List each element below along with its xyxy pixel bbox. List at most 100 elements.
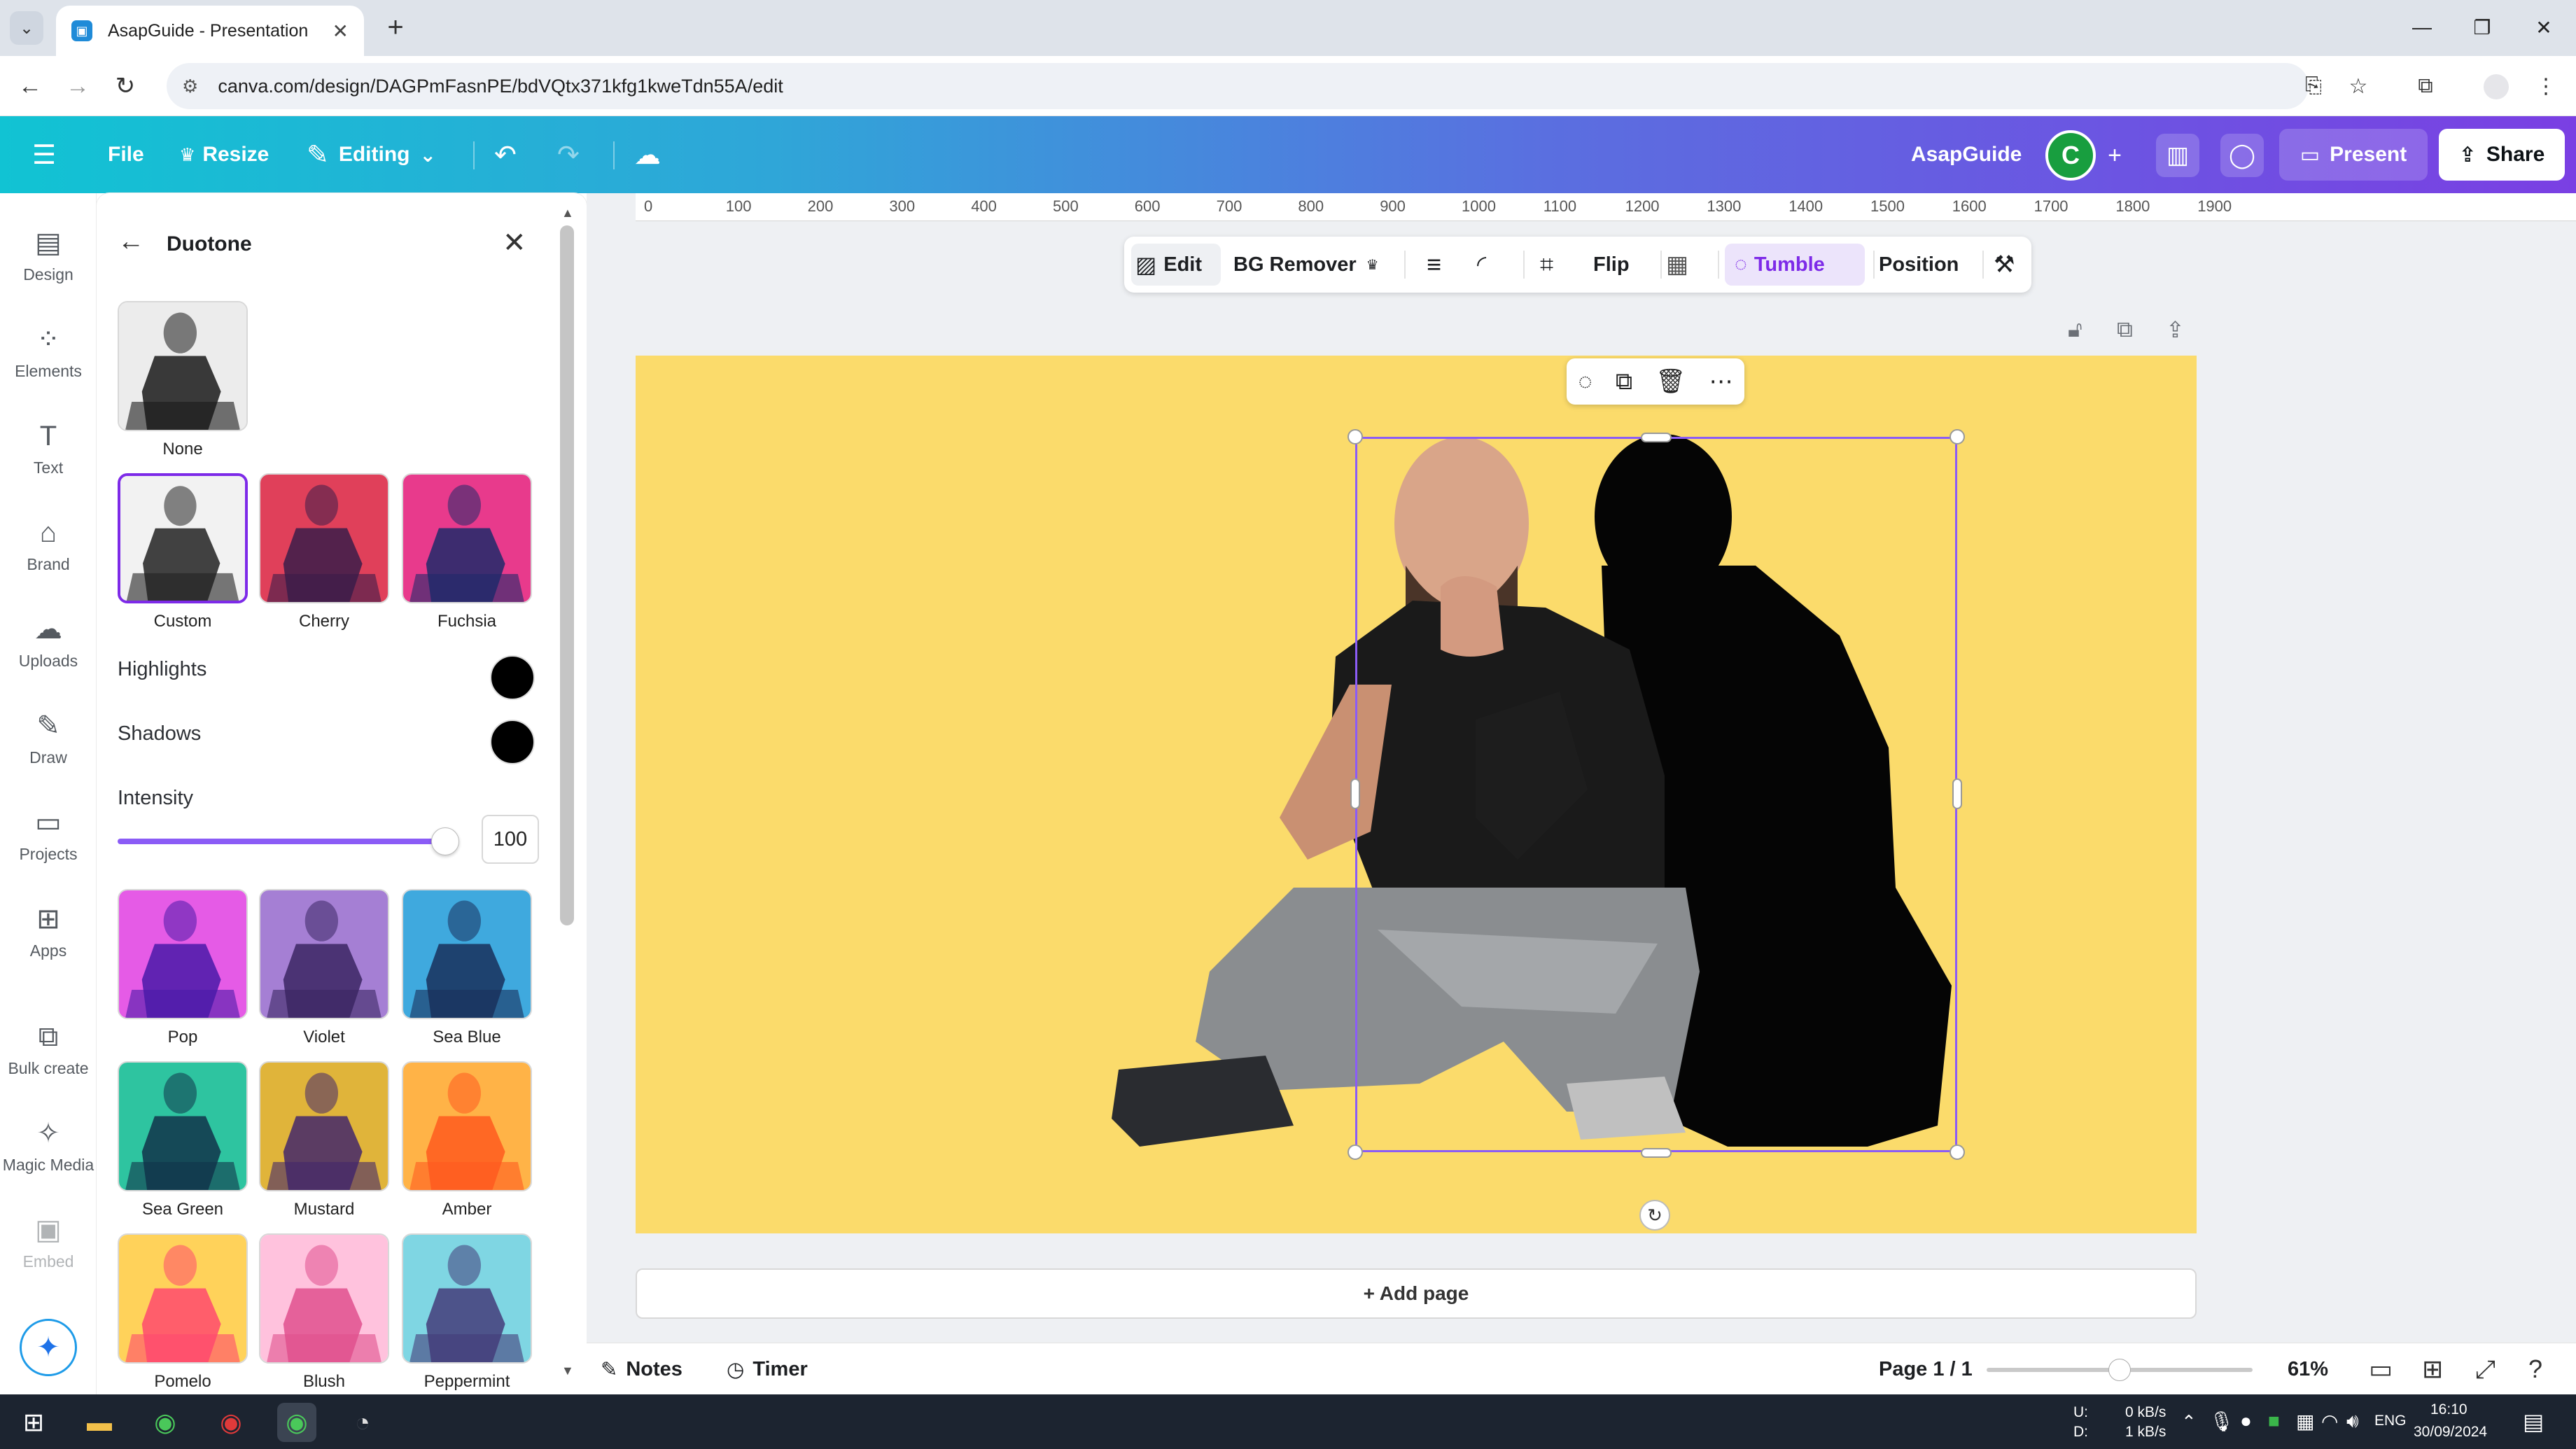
rail-item-draw[interactable]: ✎ Draw <box>0 696 97 780</box>
duplicate-page-icon[interactable]: ⧉ <box>2117 316 2133 343</box>
intensity-slider-handle[interactable] <box>431 827 459 855</box>
flip-button[interactable]: Flip <box>1593 237 1630 293</box>
highlights-color-swatch[interactable] <box>490 655 535 700</box>
preset-cherry[interactable] <box>259 473 389 603</box>
close-window-button[interactable]: ✕ <box>2523 10 2565 45</box>
avatar[interactable]: C <box>2045 130 2096 181</box>
preset-sea-green[interactable] <box>118 1061 248 1191</box>
preset-fuchsia[interactable] <box>402 473 532 603</box>
intensity-value-input[interactable]: 100 <box>482 815 539 864</box>
comment-add-icon[interactable]: ◌ <box>1578 368 1592 396</box>
url-input[interactable]: ⚙ canva.com/design/DAGPmFasnPE/bdVQtx371… <box>167 63 2309 109</box>
rail-item-elements[interactable]: ⁘ Elements <box>0 309 97 393</box>
language-indicator[interactable]: ENG <box>2374 1413 2407 1429</box>
fullscreen-icon[interactable]: ⤢ <box>2475 1354 2496 1385</box>
add-page-icon[interactable]: ⇪ <box>2166 316 2185 343</box>
page-view-icon[interactable]: ▭ <box>2369 1354 2393 1384</box>
resize-handle-top-right[interactable] <box>1949 429 1965 444</box>
rail-item-bulk-create[interactable]: ⧉ Bulk create <box>0 1007 97 1091</box>
record-app-icon[interactable]: ◉ <box>211 1403 251 1442</box>
border-style-button[interactable]: ≡ <box>1427 237 1441 293</box>
grid-view-icon[interactable]: ⊞ <box>2422 1354 2443 1384</box>
rotate-handle[interactable]: ↻ <box>1639 1200 1670 1231</box>
back-arrow-icon[interactable]: ← <box>118 227 144 257</box>
preset-pomelo[interactable] <box>118 1233 248 1364</box>
resize-handle-bottom-left[interactable] <box>1348 1144 1363 1160</box>
wifi-icon[interactable]: ◠ <box>2321 1410 2338 1433</box>
shadows-color-swatch[interactable] <box>490 720 535 764</box>
team-name[interactable]: AsapGuide <box>1911 116 2022 193</box>
preset-peppermint[interactable] <box>402 1233 532 1364</box>
vpn-icon[interactable]: ▦ <box>2296 1410 2314 1433</box>
preset-none[interactable] <box>118 301 248 431</box>
close-icon[interactable]: ✕ <box>332 20 349 43</box>
preset-sea-blue[interactable] <box>402 889 532 1019</box>
resize-handle-top[interactable] <box>1641 433 1672 442</box>
rail-item-apps[interactable]: ⊞ Apps <box>0 889 97 973</box>
tab-search-button[interactable]: ⌄ <box>10 11 43 45</box>
help-icon[interactable]: ? <box>2528 1354 2542 1384</box>
animate-tumble-button[interactable]: ◌ Tumble <box>1735 237 1825 293</box>
site-settings-icon[interactable]: ⚙ <box>182 76 198 97</box>
bookmark-star-icon[interactable]: ☆ <box>2341 69 2376 104</box>
timer-button[interactable]: ◷ Timer <box>727 1343 808 1395</box>
reload-button[interactable]: ↻ <box>108 69 143 104</box>
tray-app-icon[interactable]: ● <box>2240 1410 2252 1432</box>
rail-item-design[interactable]: ▤ Design <box>0 213 97 297</box>
save-page-icon[interactable]: ⎘ <box>2296 69 2331 104</box>
notes-button[interactable]: ✎ Notes <box>601 1343 682 1395</box>
editing-mode-dropdown[interactable]: ✎ Editing ⌄ <box>307 116 436 193</box>
rail-item-magic-media[interactable]: ✧ Magic Media <box>0 1103 97 1187</box>
chevron-up-icon[interactable]: ⌃ <box>2181 1411 2197 1433</box>
magic-assistant-button[interactable]: ✦ <box>20 1319 77 1376</box>
chrome-active-icon[interactable]: ◉ <box>277 1403 316 1442</box>
redo-button[interactable]: ↷ <box>557 116 580 193</box>
browser-tab-active[interactable]: ▣ AsapGuide - Presentation ✕ <box>56 6 364 56</box>
duplicate-icon[interactable]: ⧉ <box>1616 368 1632 396</box>
transparency-button[interactable]: ▦ <box>1666 237 1688 293</box>
chrome-icon[interactable]: ◉ <box>146 1403 185 1442</box>
profile-avatar[interactable] <box>2484 74 2509 99</box>
selection-box[interactable] <box>1355 437 1957 1152</box>
resize-handle-bottom[interactable] <box>1641 1148 1672 1158</box>
lock-icon[interactable]: 🔓︎ <box>2068 316 2082 343</box>
edit-image-button[interactable]: ▨ Edit <box>1135 237 1202 293</box>
comments-button[interactable]: ◯ <box>2220 134 2264 177</box>
present-button[interactable]: ▭ Present <box>2279 129 2428 181</box>
restore-button[interactable]: ❐ <box>2461 10 2503 45</box>
share-button[interactable]: ⇪ Share <box>2439 129 2565 181</box>
scroll-down-icon[interactable]: ▼ <box>561 1364 574 1378</box>
bg-remover-button[interactable]: BG Remover ♛ <box>1233 237 1379 293</box>
intensity-slider-track[interactable] <box>118 839 444 844</box>
volume-icon[interactable]: 🔊︎ <box>2346 1410 2359 1433</box>
resize-handle-top-left[interactable] <box>1348 429 1363 444</box>
resize-handle-left[interactable] <box>1350 778 1360 809</box>
resize-handle-right[interactable] <box>1952 778 1962 809</box>
clock-time[interactable]: 16:10 <box>2430 1401 2468 1418</box>
preset-pop[interactable] <box>118 889 248 1019</box>
rail-item-text[interactable]: T Text <box>0 406 97 490</box>
zoom-level[interactable]: 61% <box>2288 1343 2328 1395</box>
save-status-button[interactable]: ☁ <box>634 116 661 193</box>
close-icon[interactable]: ✕ <box>503 227 526 259</box>
preset-violet[interactable] <box>259 889 389 1019</box>
resize-button[interactable]: ♛ Resize <box>179 116 269 193</box>
preset-custom[interactable] <box>118 473 248 603</box>
extensions-icon[interactable]: ⧉ <box>2408 69 2443 104</box>
zoom-slider-handle[interactable] <box>2108 1359 2131 1381</box>
preset-mustard[interactable] <box>259 1061 389 1191</box>
file-menu[interactable]: File <box>108 116 144 193</box>
capture-app-icon[interactable]: ◔ <box>343 1403 382 1442</box>
rail-item-embed[interactable]: ▣ Embed <box>0 1200 97 1284</box>
copy-style-button[interactable]: ⚒ <box>1994 237 2015 293</box>
back-button[interactable]: ← <box>13 69 48 104</box>
menu-button[interactable]: ☰ <box>32 116 56 193</box>
forward-button[interactable]: → <box>60 69 95 104</box>
corner-rounding-button[interactable]: ◜ <box>1477 237 1486 293</box>
microphone-icon[interactable]: 🎙︎ <box>2209 1410 2234 1433</box>
resize-handle-bottom-right[interactable] <box>1949 1144 1965 1160</box>
windows-start-icon[interactable]: ⊞ <box>14 1403 53 1442</box>
tray-green-icon[interactable]: ■ <box>2268 1410 2280 1432</box>
panel-scrollbar[interactable] <box>560 225 574 925</box>
preset-blush[interactable] <box>259 1233 389 1364</box>
